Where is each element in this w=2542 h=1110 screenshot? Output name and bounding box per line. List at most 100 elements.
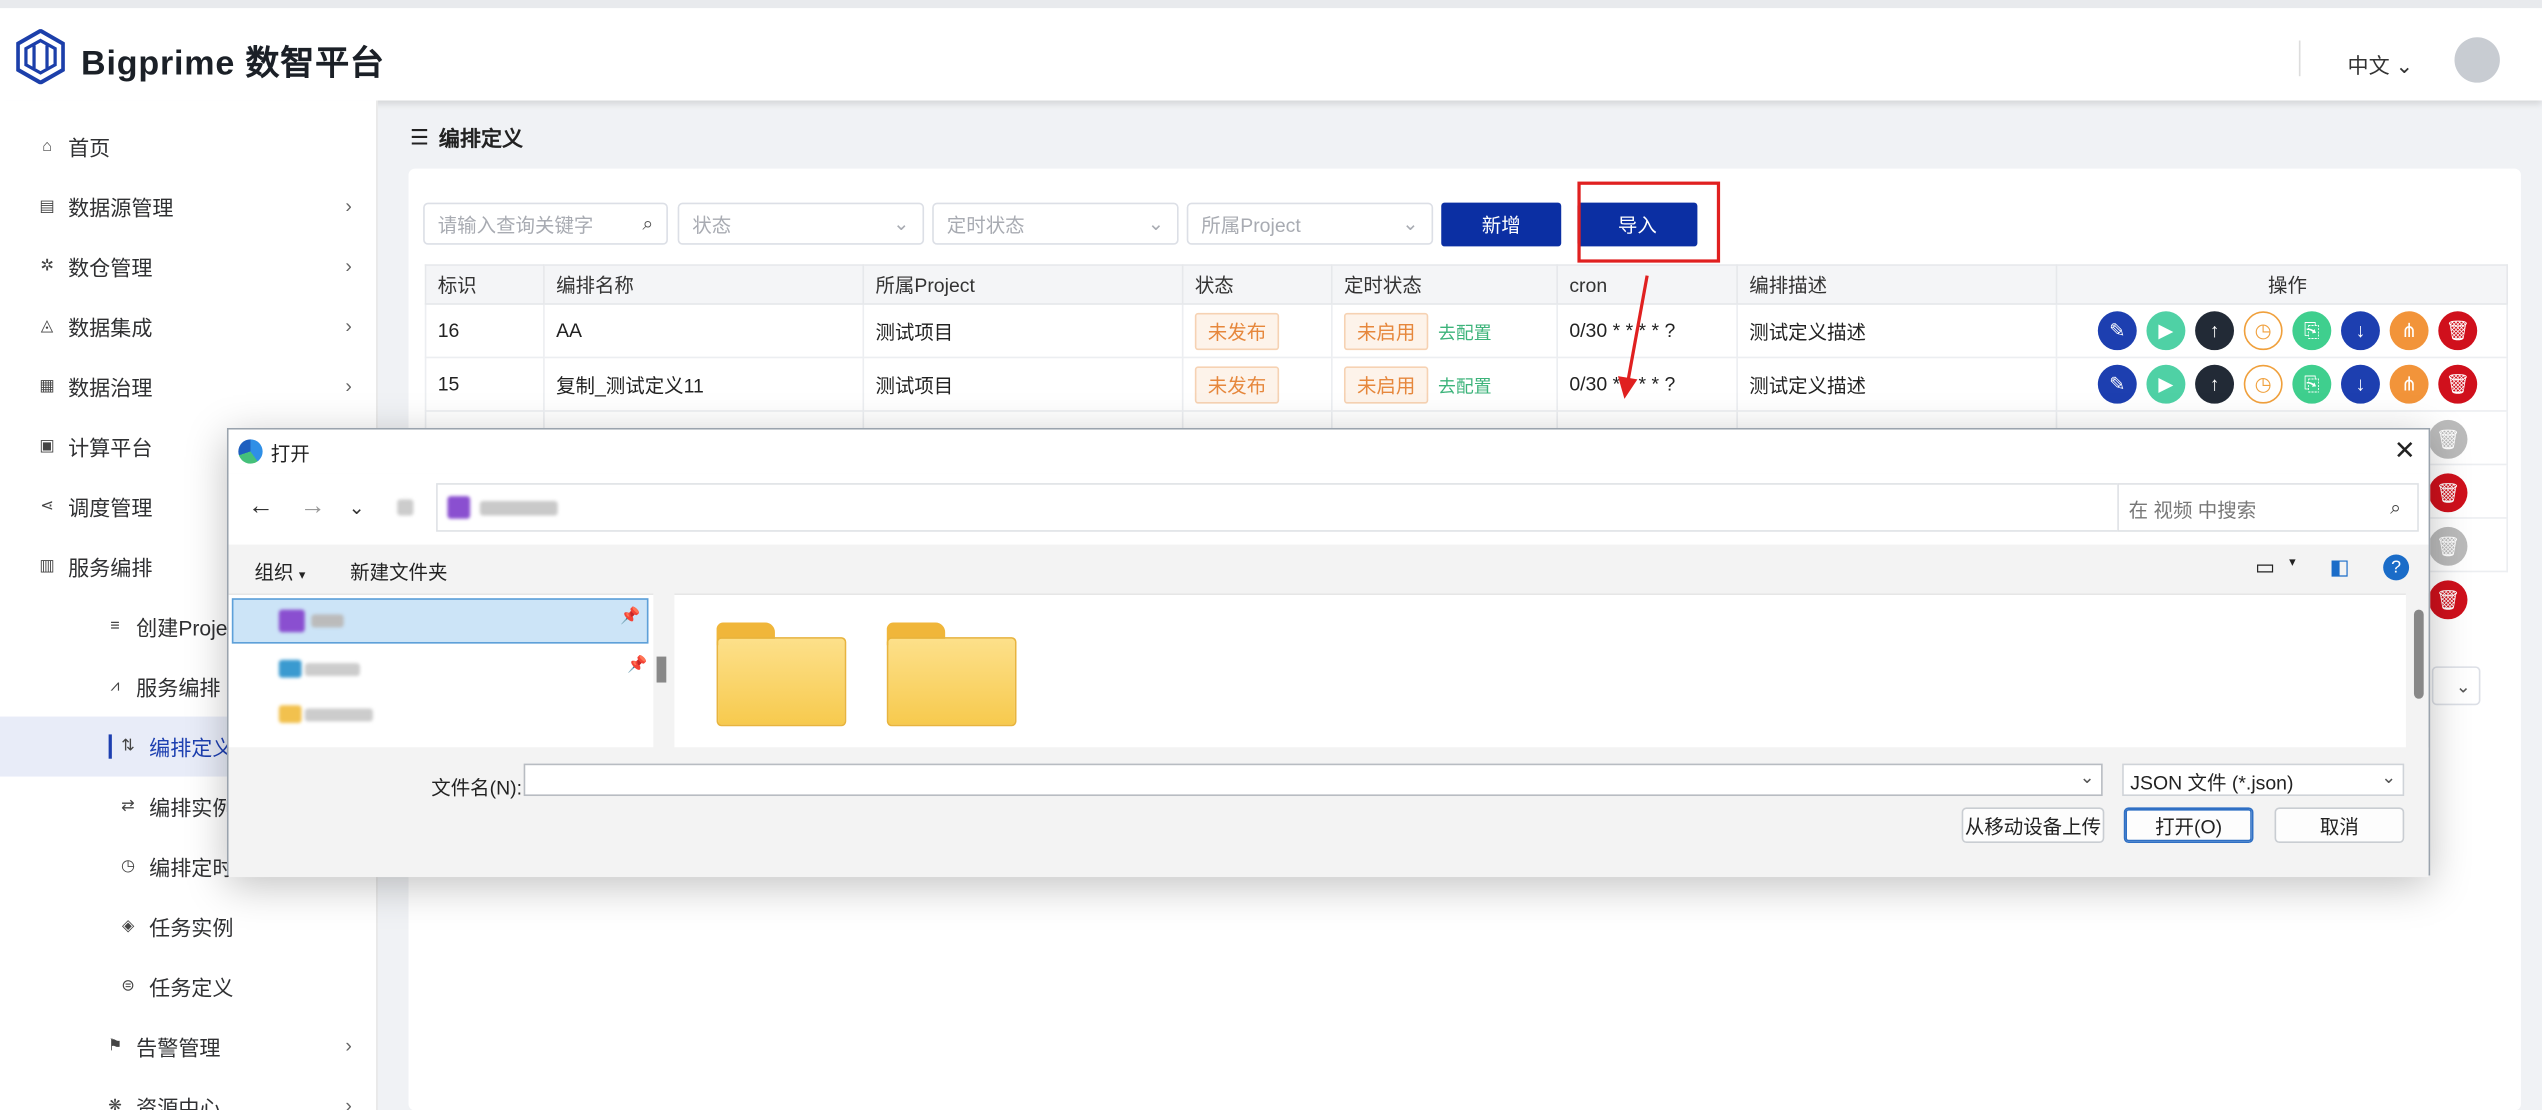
filetype-select[interactable]: JSON 文件 (*.json) ⌄ [2122, 763, 2405, 797]
sidebar-item-label: 编排实例 [149, 796, 234, 821]
delete-icon[interactable]: 🗑 [2438, 311, 2478, 351]
delete-icon[interactable]: 🗑 [2428, 580, 2468, 620]
close-icon[interactable]: ✕ [2394, 434, 2416, 466]
stamp-icon: ⊜ [121, 977, 135, 996]
home-icon: ⌂ [42, 137, 52, 156]
tree-icon[interactable]: ⋔ [2389, 364, 2429, 404]
sidebar-item-label: 任务定义 [149, 975, 234, 1001]
address-bar[interactable]: ⌄ ↻ [436, 483, 2330, 532]
back-arrow-icon[interactable]: ← [248, 493, 274, 522]
tree-icon[interactable]: ⋔ [2389, 311, 2429, 351]
app-screen: Bigprime 数智平台 中文 ⌄ ⌂ 首页 ▤ 数据源管理 › ✲ 数仓管理 › ◬ 数… [0, 0, 2542, 1110]
timer-badge: 未启用 [1343, 365, 1429, 403]
cell-cron: 0/30 * * * * ? [1556, 356, 1738, 412]
publish-icon[interactable]: ↑ [2195, 364, 2235, 404]
cell-id: 15 [424, 356, 545, 412]
caret-down-icon[interactable]: ▾ [2289, 554, 2296, 569]
sidebar-item-label: 编排定时 [149, 855, 234, 881]
sidebar-item-home[interactable]: ⌂ 首页 [0, 117, 376, 177]
run-icon[interactable]: ▶ [2146, 364, 2186, 404]
sidebar-item-label: 服务编排 [136, 676, 221, 701]
sidebar-item-label: 数据源管理 [68, 196, 174, 221]
dialog-toolbar: 组织 ▾ 新建文件夹 ▭ ▾ ◧ ? [228, 544, 2429, 594]
dialog-navbar: ← → ⌄ ⌄ ↻ 在 视频 中搜索 ⌕ [228, 473, 2429, 545]
dialog-search-input[interactable]: 在 视频 中搜索 ⌕ [2117, 483, 2419, 532]
language-select[interactable]: 中文 ⌄ [2347, 49, 2413, 80]
forward-arrow-icon[interactable]: → [300, 493, 326, 522]
search-icon: ⌕ [642, 211, 654, 235]
delete-icon[interactable]: 🗑 [2428, 419, 2468, 459]
sidebar-item-datasource[interactable]: ▤ 数据源管理 › [0, 177, 376, 237]
governance-icon: ▦ [39, 377, 55, 396]
cell-desc: 测试定义描述 [1736, 303, 2058, 359]
bigprime-logo-icon [16, 29, 65, 85]
cell-desc: 测试定义描述 [1736, 356, 2058, 412]
timer-status-select[interactable]: 定时状态 ⌄ [932, 202, 1179, 245]
upload-mobile-button[interactable]: 从移动设备上传 [1961, 807, 2105, 844]
user-avatar[interactable] [2454, 37, 2500, 83]
download-icon[interactable]: ↓ [2341, 311, 2380, 351]
chevron-down-icon[interactable]: ⌄ [349, 496, 365, 519]
sidebar-item-governance[interactable]: ▦ 数据治理 › [0, 357, 376, 417]
highlight-box [1577, 181, 1721, 263]
cell-timer: 未启用 去配置 [1331, 303, 1558, 359]
list-icon: ≡ [110, 617, 120, 636]
dialog-title: 打开 [270, 442, 310, 466]
sidebar-item-label: 服务编排 [68, 556, 153, 581]
search-input[interactable]: 请输入查询关键字 ⌕ [423, 202, 668, 245]
filename-input[interactable]: ⌄ [523, 763, 2103, 797]
edit-icon[interactable]: ✎ [2097, 311, 2137, 351]
view-icon[interactable]: ▭ [2255, 554, 2275, 580]
new-folder-button[interactable]: 新建文件夹 [350, 558, 447, 586]
chevron-down-icon: ⌄ [1147, 212, 1165, 236]
sidebar-item-task-instance[interactable]: ◈ 任务实例 [0, 897, 376, 957]
page-size-select[interactable]: ⌄ [2431, 666, 2481, 706]
publish-icon[interactable]: ↑ [2195, 311, 2235, 351]
cell-actions: ✎ ▶ ↑ ◷ ⎘ ↓ ⋔ 🗑 [2055, 303, 2508, 359]
sidebar-item-warehouse[interactable]: ✲ 数仓管理 › [0, 237, 376, 297]
page-title: 编排定义 [438, 126, 524, 151]
chevron-right-icon: › [345, 254, 352, 278]
timer-icon[interactable]: ◷ [2243, 311, 2283, 351]
configure-link[interactable]: 去配置 [1438, 323, 1491, 342]
copy-icon[interactable]: ⎘ [2292, 311, 2332, 351]
delete-icon[interactable]: 🗑 [2438, 364, 2478, 404]
sidebar-item-label: 计算平台 [68, 436, 153, 461]
help-icon[interactable]: ? [2383, 554, 2410, 581]
chevron-down-icon[interactable]: ⌄ [2080, 767, 2095, 787]
timer-icon[interactable]: ◷ [2243, 364, 2283, 404]
open-button[interactable]: 打开(O) [2123, 807, 2254, 844]
sidebar-item-label: 任务实例 [149, 915, 234, 941]
chevron-down-icon: ⌄ [893, 212, 910, 236]
edit-icon[interactable]: ✎ [2097, 364, 2137, 404]
project-select[interactable]: 所属Project ⌄ [1186, 202, 1434, 245]
folder-icon[interactable] [886, 622, 1017, 727]
database-icon: ▤ [39, 197, 55, 216]
breadcrumb: ☰ 编排定义 [410, 122, 523, 153]
status-select[interactable]: 状态 ⌄ [677, 202, 925, 245]
nav-scrollbar[interactable] [656, 656, 667, 683]
preview-pane-icon[interactable]: ◧ [2330, 554, 2350, 580]
download-icon[interactable]: ↓ [2341, 364, 2380, 404]
sidebar-item-label: 首页 [68, 136, 111, 161]
configure-link[interactable]: 去配置 [1438, 377, 1491, 396]
cell-cron: 0/30 * * * * ? [1556, 303, 1738, 359]
quick-access-item-selected[interactable]: 📌 [231, 598, 649, 644]
folder-icon[interactable] [716, 622, 847, 727]
copy-icon[interactable]: ⎘ [2292, 364, 2332, 404]
file-scrollbar[interactable] [2413, 609, 2424, 699]
delete-icon[interactable]: 🗑 [2428, 473, 2468, 513]
delete-icon[interactable]: 🗑 [2428, 526, 2468, 566]
sidebar-item-task-definition[interactable]: ⊜ 任务定义 [0, 957, 376, 1017]
organize-menu[interactable]: 组织 ▾ [255, 558, 306, 586]
pin-icon: 📌 [620, 607, 641, 626]
sidebar-item-resource[interactable]: ❋ 资源中心 › [0, 1076, 376, 1110]
add-button[interactable]: 新增 [1441, 202, 1562, 247]
run-icon[interactable]: ▶ [2146, 311, 2186, 351]
sidebar-item-label: 数仓管理 [68, 256, 153, 281]
sidebar-item-label: 调度管理 [68, 496, 153, 521]
cancel-button[interactable]: 取消 [2274, 807, 2405, 844]
sidebar-item-alert[interactable]: ⚑ 告警管理 › [0, 1016, 376, 1076]
active-indicator [108, 734, 112, 759]
sidebar-item-integration[interactable]: ◬ 数据集成 › [0, 297, 376, 357]
